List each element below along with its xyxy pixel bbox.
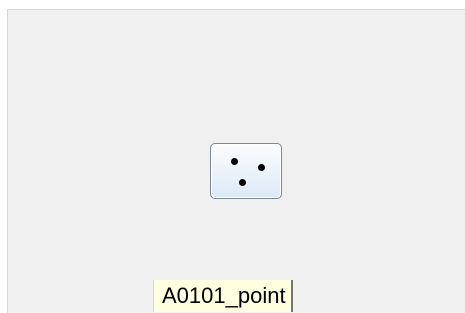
canvas-panel — [7, 9, 465, 313]
dice-pip — [231, 158, 238, 165]
tooltip: A0101_point — [153, 280, 293, 312]
tooltip-label: A0101_point — [162, 283, 286, 308]
dice-pip — [239, 179, 246, 186]
dice-button[interactable] — [210, 143, 282, 199]
dice-pip — [258, 164, 265, 171]
